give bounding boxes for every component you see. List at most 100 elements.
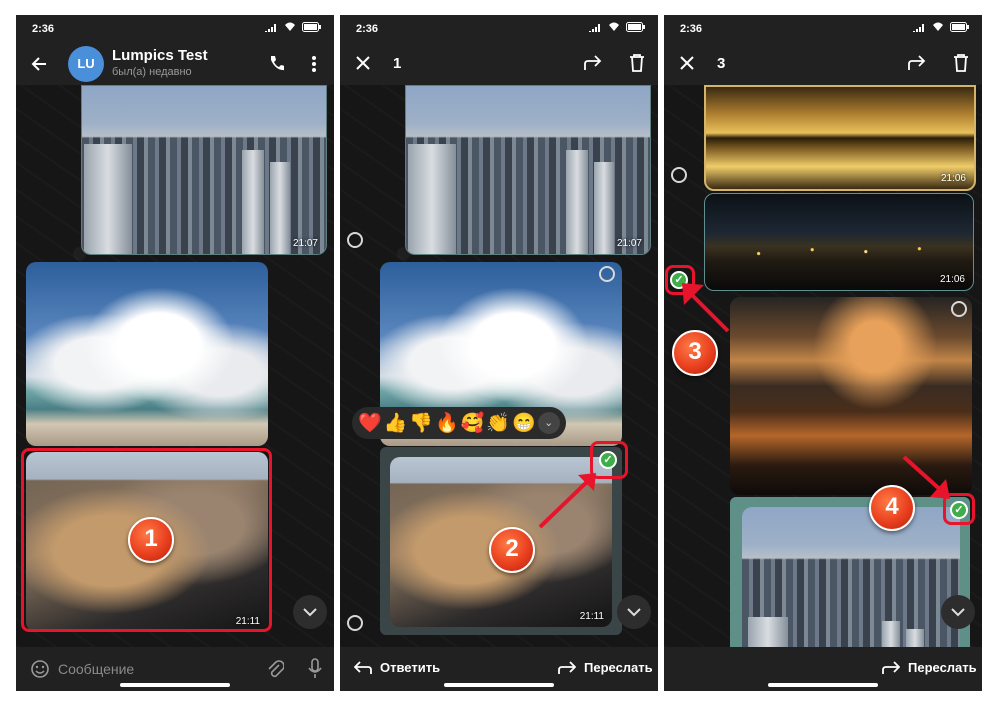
photo-city[interactable] [742,507,960,647]
step-badge-2: 2 [489,527,535,573]
message-time: 21:06 [940,173,966,184]
smile-icon[interactable] [30,659,50,679]
chevron-down-icon [627,608,641,617]
chat-area: 21:06 21:06 ✓ 3 ✓ 4 [664,85,982,647]
trash-icon[interactable] [953,53,969,73]
chevron-down-icon [303,608,317,617]
reaction-grin[interactable]: 😁 [512,411,536,435]
home-indicator[interactable] [768,683,878,687]
trash-icon[interactable] [629,53,645,73]
chevron-down-icon [951,608,965,617]
step-badge-1: 1 [128,517,174,563]
forward-label: Переслать [584,660,653,675]
reaction-bar: ❤️ 👍 👎 🔥 🥰 👏 😁 ⌄ [352,407,566,439]
building-shape [906,629,924,647]
select-circle[interactable] [347,615,363,631]
building-shape [270,162,290,254]
selection-actions: Переслать [664,647,982,691]
avatar[interactable]: LU [68,46,104,82]
contact-name[interactable]: Lumpics Test [112,47,208,64]
building-shape [242,150,264,254]
status-icons [588,21,646,32]
building-shape [408,144,456,254]
message-input[interactable]: Сообщение [58,661,134,677]
chat-area: 21:07 21:11 ❤️ 👍 👎 🔥 🥰 👏 😁 ⌄ ✓ 2 [340,85,658,647]
signal-icon [589,23,600,32]
close-icon[interactable] [680,56,694,70]
contact-status: был(а) недавно [112,66,192,78]
home-indicator[interactable] [444,683,554,687]
reaction-thumbs-down[interactable]: 👎 [409,411,433,435]
wifi-icon [285,22,295,31]
building-shape [84,144,132,254]
message-composer: Сообщение [16,647,334,691]
photo-city[interactable]: 21:07 [405,85,651,255]
select-circle[interactable] [599,266,615,282]
scroll-down-button[interactable] [617,595,651,629]
phone-icon[interactable] [268,55,284,73]
photo-night-city[interactable]: 21:06 [704,193,974,291]
reaction-thumbs-up[interactable]: 👍 [384,411,408,435]
status-time: 2:36 [356,23,379,35]
selection-header: 3 [664,43,982,85]
arrow-left-icon[interactable] [30,55,48,73]
battery-icon [302,21,321,32]
microphone-icon[interactable] [308,658,322,680]
scroll-down-button[interactable] [941,595,975,629]
wifi-icon [933,22,943,31]
signal-icon [913,23,924,32]
forward-icon[interactable] [584,55,602,71]
status-time: 2:36 [680,23,703,35]
building-shape [566,150,588,254]
selected-count: 3 [717,55,726,72]
message-time: 21:11 [579,611,604,622]
battery-icon [626,21,645,32]
building-shape [748,617,788,647]
reaction-fire[interactable]: 🔥 [435,411,459,435]
status-time: 2:36 [32,23,55,35]
select-circle[interactable] [951,301,967,317]
home-indicator[interactable] [120,683,230,687]
close-icon[interactable] [356,56,370,70]
chat-header: LU Lumpics Test был(а) недавно [16,43,334,85]
reply-label: Ответить [380,660,441,675]
status-icons [912,21,970,32]
phone-screen-1: 2:36 LU Lumpics Test был(а) недавно 21:0… [16,15,334,691]
forward-button[interactable]: Переслать [882,660,977,675]
photo-sunset-pier[interactable]: 21:06 [704,85,976,191]
building-shape [882,621,900,647]
message-time: 21:07 [292,238,318,249]
status-bar: 2:36 [664,15,982,43]
reply-icon [354,660,372,674]
battery-icon [950,21,969,32]
message-time: 21:06 [939,274,965,285]
building-shape [594,162,614,254]
chevron-down-icon[interactable]: ⌄ [537,412,560,434]
forward-label: Переслать [908,660,977,675]
selected-count: 1 [393,55,402,72]
message-time: 21:07 [616,238,642,249]
reply-button[interactable]: Ответить [354,660,440,675]
selection-header: 1 [340,43,658,85]
signal-icon [265,23,276,32]
photo-city[interactable]: 21:07 [81,85,327,255]
status-bar: 2:36 [340,15,658,43]
status-icons [264,21,322,32]
forward-icon[interactable] [908,55,926,71]
step-badge-4: 4 [869,485,915,531]
reaction-clap[interactable]: 👏 [486,411,510,435]
reaction-heart[interactable]: ❤️ [358,411,382,435]
select-circle[interactable] [671,167,687,183]
step-badge-3: 3 [672,330,718,376]
select-circle[interactable] [347,232,363,248]
selection-actions: Ответить Переслать [340,647,658,691]
reaction-love[interactable]: 🥰 [461,411,485,435]
forward-button[interactable]: Переслать [558,660,653,675]
photo-clouds[interactable] [26,262,268,446]
pointer-arrow [682,283,730,333]
paperclip-icon[interactable] [266,659,284,679]
scroll-down-button[interactable] [293,595,327,629]
wifi-icon [609,22,619,31]
more-vertical-icon[interactable] [311,55,317,73]
chat-area: 21:07 21:11 1 [16,85,334,647]
